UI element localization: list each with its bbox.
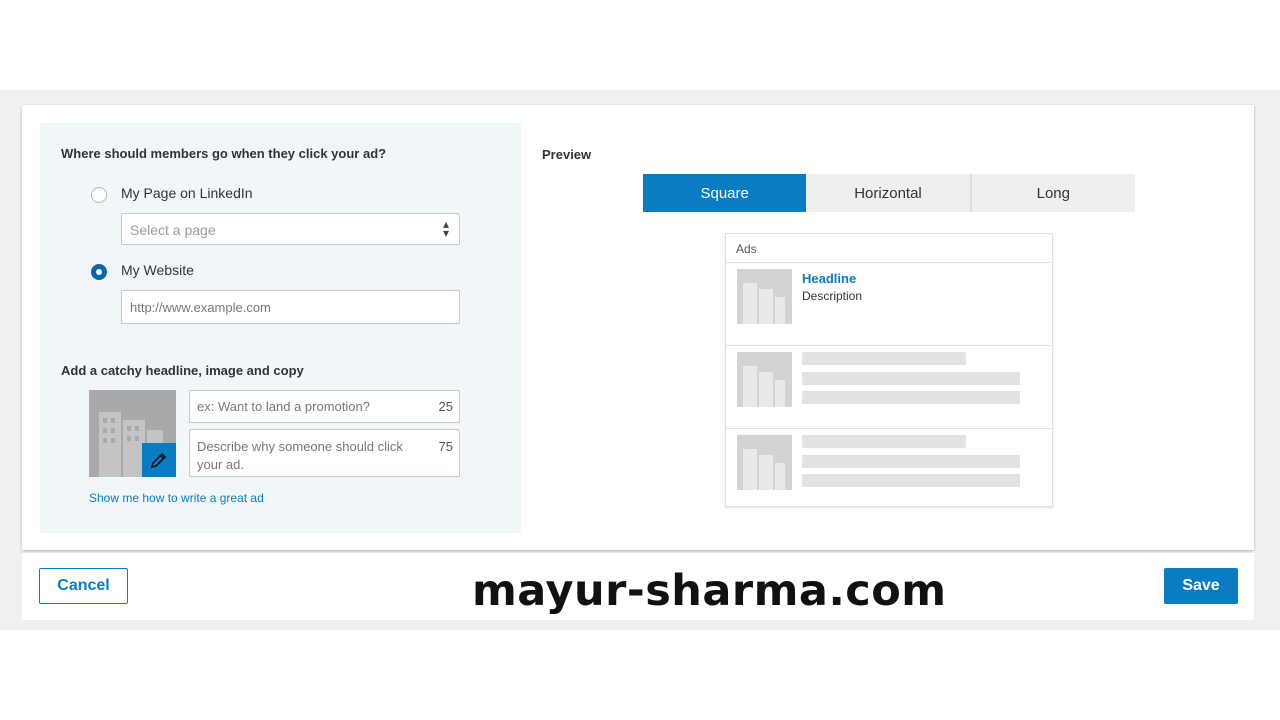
tab-square[interactable]: Square [643,174,807,212]
building-icon [737,269,792,324]
watermark-text: mayur-sharma.com [472,566,947,616]
ads-label: Ads [736,242,757,256]
preview-description: Description [802,289,863,303]
page-select-placeholder: Select a page [130,222,216,238]
building-icon [737,435,792,490]
save-button[interactable]: Save [1164,568,1238,604]
edit-image-button[interactable] [142,443,176,477]
preview-title: Preview [542,147,592,162]
select-caret-icon: ▴ ▾ [442,217,449,240]
destination-question: Where should members go when they click … [61,146,387,161]
placeholder-bar [802,474,1020,487]
placeholder-bar [802,372,1020,385]
placeholder-bar [802,435,966,448]
website-url-input[interactable]: http://www.example.com [121,290,460,324]
option-linkedin-page-label[interactable]: My Page on LinkedIn [121,185,253,201]
cancel-button[interactable]: Cancel [39,568,128,604]
pencil-icon [150,452,167,469]
list-item [726,345,1052,428]
building-icon [737,352,792,407]
list-item [726,428,1052,511]
list-item: Headline Description [726,262,1052,345]
placeholder-bar [802,455,1020,468]
preview-tabs: Square Horizontal Long [643,174,1135,212]
website-url-placeholder: http://www.example.com [130,300,271,315]
creative-title: Add a catchy headline, image and copy [61,363,304,378]
description-char-count: 75 [438,439,453,454]
radio-unchecked-icon[interactable] [91,187,107,203]
description-input[interactable]: Describe why someone should click your a… [189,429,460,477]
preview-headline: Headline [802,271,857,286]
radio-checked-icon[interactable] [91,264,107,280]
page-select[interactable]: Select a page ▴ ▾ [121,213,460,245]
ad-preview-box: Ads Headline Description [725,233,1053,507]
headline-char-count: 25 [438,399,453,414]
tab-horizontal[interactable]: Horizontal [806,174,972,212]
option-website-label[interactable]: My Website [121,262,194,278]
tab-long[interactable]: Long [971,174,1135,212]
description-placeholder: Describe why someone should click your a… [197,439,403,472]
headline-input[interactable]: ex: Want to land a promotion? 25 [189,390,460,423]
placeholder-bar [802,352,966,365]
placeholder-bar [802,391,1020,404]
headline-placeholder: ex: Want to land a promotion? [197,399,370,414]
help-link[interactable]: Show me how to write a great ad [89,491,264,505]
